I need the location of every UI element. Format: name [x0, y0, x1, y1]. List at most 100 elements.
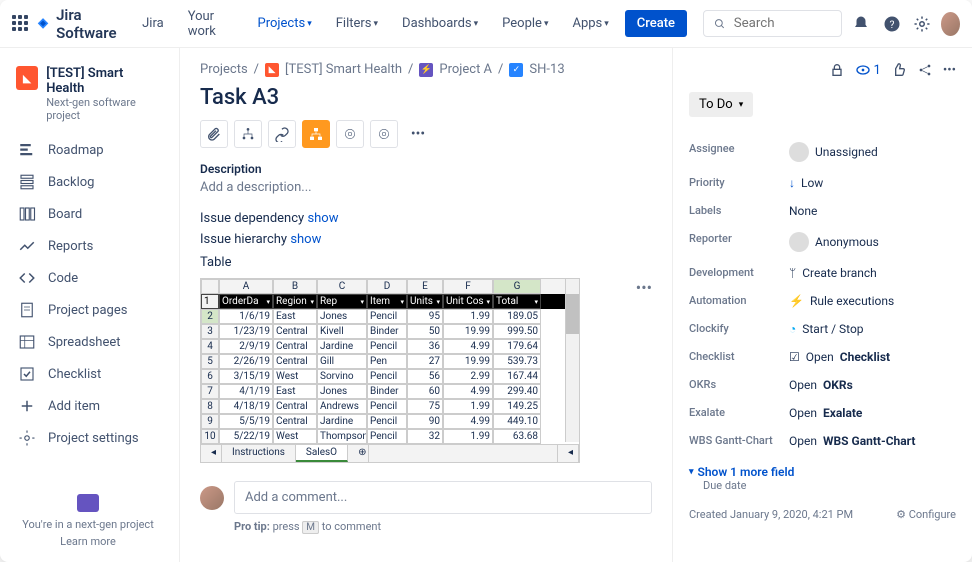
sidebar-reports[interactable]: Reports [8, 230, 171, 262]
search-input[interactable] [703, 10, 842, 37]
hierarchy-button[interactable] [302, 120, 330, 148]
table-row[interactable]: 42/9/19CentralJardinePencil364.99179.64 [201, 339, 579, 354]
automation-field[interactable]: ⚡Rule executions [789, 294, 956, 308]
comment-protip: Pro tip: press M to comment [234, 520, 652, 533]
roadmap-icon [18, 141, 36, 159]
search-icon [714, 17, 726, 31]
tree-icon [240, 126, 256, 142]
table-row[interactable]: 95/5/19CentralJardinePencil904.99449.10 [201, 414, 579, 429]
crumb-epic-icon: ⚡ [419, 63, 433, 77]
sidebar-code[interactable]: Code [8, 262, 171, 294]
app-switcher-icon[interactable] [12, 15, 28, 33]
hierarchy-show-link[interactable]: show [290, 232, 321, 247]
app1-button[interactable] [336, 120, 364, 148]
sheet-tab-sales[interactable]: SalesO [296, 445, 348, 462]
create-button[interactable]: Create [625, 10, 687, 37]
sidebar-backlog[interactable]: Backlog [8, 166, 171, 198]
table-row[interactable]: 74/1/19EastJonesBinder604.99299.40 [201, 384, 579, 399]
hierarchy-icon [308, 126, 324, 142]
nav-projects[interactable]: Projects▾ [250, 10, 320, 37]
notifications-icon[interactable] [850, 10, 872, 38]
show-more-fields[interactable]: ▾Show 1 more field [689, 465, 956, 479]
configure-link[interactable]: ⚙ Configure [896, 508, 956, 521]
nextgen-label: You're in a next-gen project [8, 518, 168, 531]
due-date-label: Due date [703, 479, 956, 492]
lock-icon[interactable] [829, 62, 845, 78]
table-row[interactable]: 52/26/19CentralGillPen2719.99539.73 [201, 354, 579, 369]
description-field[interactable]: Add a description... [200, 180, 652, 195]
sidebar-roadmap[interactable]: Roadmap [8, 134, 171, 166]
branch-icon: ᛘ [789, 266, 796, 280]
nav-filters[interactable]: Filters▾ [328, 10, 386, 37]
table-row[interactable]: 84/18/19CentralAndrewsPencil751.99149.25 [201, 399, 579, 414]
link-button[interactable] [268, 120, 296, 148]
wbs-field[interactable]: Open WBS Gantt-Chart [789, 434, 956, 448]
gear-icon [18, 429, 36, 447]
settings-icon[interactable] [911, 10, 933, 38]
table-more-icon[interactable]: ••• [636, 278, 652, 297]
checkbox-icon: ☑ [789, 350, 800, 364]
clockify-icon: ◔ [789, 322, 796, 336]
jira-icon [36, 15, 50, 33]
share-icon[interactable] [917, 62, 933, 78]
table-row[interactable]: 63/15/19WestSorvinoPencil562.99167.44 [201, 369, 579, 384]
table-row[interactable]: 31/23/19CentralKivellBinder5019.99999.50 [201, 324, 579, 339]
table-row[interactable]: 21/6/19EastJonesPencil951.99189.05 [201, 309, 579, 324]
more-actions-button[interactable]: ••• [404, 120, 432, 148]
child-issue-button[interactable] [234, 120, 262, 148]
sidebar-project-pages[interactable]: Project pages [8, 294, 171, 326]
hierarchy-label: Issue hierarchy [200, 232, 287, 247]
dependency-show-link[interactable]: show [307, 211, 338, 226]
table-row[interactable]: 105/22/19WestThompsonPencil321.9963.68 [201, 429, 579, 444]
learn-more-link[interactable]: Learn more [8, 535, 168, 548]
nav-people[interactable]: People▾ [494, 10, 556, 37]
reporter-field[interactable]: Anonymous [789, 232, 956, 252]
crumb-epic[interactable]: Project A [439, 62, 492, 77]
nav-jira[interactable]: Jira [134, 10, 172, 37]
clockify-field[interactable]: ◔Start / Stop [789, 322, 956, 336]
priority-low-icon: ↓ [789, 176, 795, 190]
breadcrumb: Projects / ◣ [TEST] Smart Health / ⚡ Pro… [200, 62, 652, 77]
like-icon[interactable] [891, 62, 907, 78]
user-avatar[interactable] [941, 12, 960, 36]
sidebar-add-item[interactable]: Add item [8, 390, 171, 422]
crumb-project-icon: ◣ [265, 63, 279, 77]
checklist-field[interactable]: ☑Open Checklist [789, 350, 956, 364]
crumb-projects[interactable]: Projects [200, 62, 248, 77]
sidebar-spreadsheet[interactable]: Spreadsheet [8, 326, 171, 358]
sheet-tab-instructions[interactable]: Instructions [222, 445, 296, 462]
more-icon[interactable]: ••• [943, 63, 956, 78]
spreadsheet-icon [18, 333, 36, 351]
chevron-down-icon: ▾ [307, 19, 312, 29]
nav-your-work[interactable]: Your work [180, 3, 242, 45]
crumb-issue[interactable]: SH-13 [529, 62, 564, 77]
attach-button[interactable] [200, 120, 228, 148]
sheet-add-tab[interactable]: ⊕ [348, 445, 369, 462]
gear-small-icon [377, 127, 391, 141]
nav-dashboards[interactable]: Dashboards▾ [394, 10, 486, 37]
sidebar-board[interactable]: Board [8, 198, 171, 230]
issue-title[interactable]: Task A3 [200, 85, 652, 110]
spreadsheet-embed[interactable]: ABCDEFG 1 OrderDa▾ Region▾ Rep▾ Item▾ Un… [200, 278, 580, 463]
nav-apps[interactable]: Apps▾ [564, 10, 616, 37]
create-branch-link[interactable]: ᛘCreate branch [789, 266, 956, 280]
labels-field[interactable]: None [789, 204, 956, 218]
code-icon [18, 269, 36, 287]
comment-input[interactable]: Add a comment... [234, 481, 652, 514]
status-dropdown[interactable]: To Do▾ [689, 92, 753, 117]
sidebar-project-settings[interactable]: Project settings [8, 422, 171, 454]
sidebar-checklist[interactable]: Checklist [8, 358, 171, 390]
watch-button[interactable]: 1 [855, 62, 881, 78]
comment-avatar [200, 486, 224, 510]
jira-logo[interactable]: Jira Software [36, 6, 126, 42]
anon-avatar-icon [789, 232, 809, 252]
okrs-field[interactable]: Open OKRs [789, 378, 956, 392]
crumb-project[interactable]: [TEST] Smart Health [285, 62, 402, 77]
sheet-scrollbar[interactable] [565, 279, 579, 442]
assignee-field[interactable]: Unassigned [789, 142, 956, 162]
app2-button[interactable] [370, 120, 398, 148]
priority-field[interactable]: ↓Low [789, 176, 956, 190]
exalate-field[interactable]: Open Exalate [789, 406, 956, 420]
project-type: Next-gen software project [46, 96, 163, 122]
help-icon[interactable]: ? [881, 10, 903, 38]
